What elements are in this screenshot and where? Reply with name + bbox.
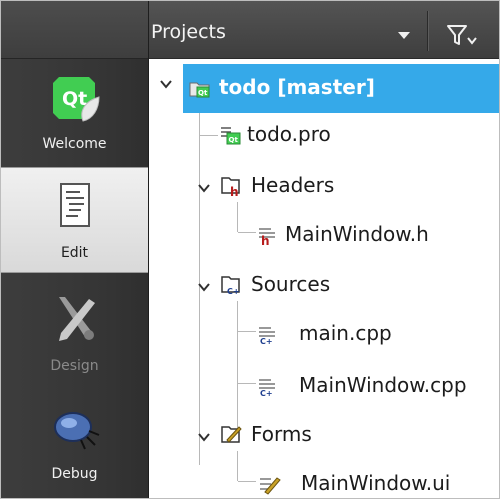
mode-selector-bar: Qt Welcome Edit Design Debug	[1, 1, 149, 498]
mode-debug[interactable]: Debug	[1, 389, 148, 493]
tree-item-label: MainWindow.ui	[301, 471, 451, 495]
svg-text:Qt: Qt	[198, 89, 208, 97]
cpp-file-icon: C+	[259, 327, 275, 345]
mode-design-label: Design	[50, 358, 99, 374]
tree-item-label: todo.pro	[247, 122, 331, 146]
tree-item-label: MainWindow.h	[285, 222, 429, 246]
tree-item-sources[interactable]: C+ Sources	[149, 261, 499, 310]
tree-item-forms[interactable]: Forms	[149, 411, 499, 460]
design-tools-icon	[59, 297, 95, 341]
svg-text:C+: C+	[227, 287, 240, 296]
mode-welcome-label: Welcome	[42, 136, 107, 152]
mode-debug-label: Debug	[51, 466, 98, 482]
project-tree: Qt todo [master] Qt todo.pro h Headers h…	[149, 58, 499, 498]
tree-item-label: Headers	[251, 173, 335, 197]
tree-item-mainwindow-h[interactable]: h MainWindow.h	[149, 211, 499, 260]
tree-item-label: todo [master]	[219, 75, 375, 99]
projects-toolbar: Projects	[149, 1, 499, 59]
tree-item-project-todo[interactable]: Qt todo [master]	[183, 64, 499, 113]
cpp-file-icon: C+	[259, 379, 275, 397]
tree-item-mainwindow-cpp[interactable]: C+ MainWindow.cpp	[149, 362, 499, 411]
chevron-down-icon[interactable]	[398, 32, 410, 39]
mode-welcome[interactable]: Qt Welcome	[1, 59, 148, 163]
mode-bar-header	[1, 1, 148, 59]
qt-project-icon: Qt	[189, 82, 210, 98]
forms-folder-icon	[221, 426, 242, 443]
svg-text:h: h	[230, 185, 239, 197]
header-file-icon: h	[259, 228, 275, 246]
tree-item-headers[interactable]: h Headers	[149, 162, 499, 211]
tree-item-label: MainWindow.cpp	[299, 373, 467, 397]
toolbar-divider	[427, 11, 428, 51]
tree-item-todo-pro[interactable]: Qt todo.pro	[149, 111, 499, 160]
projects-view-selector[interactable]: Projects	[151, 21, 226, 43]
sources-folder-icon: C+	[221, 276, 240, 296]
qt-logo-icon: Qt	[53, 77, 100, 122]
svg-text:Qt: Qt	[229, 136, 239, 144]
edit-document-icon	[60, 183, 90, 227]
tree-item-label: Sources	[251, 272, 331, 296]
chevron-down-icon[interactable]	[159, 77, 173, 91]
mode-edit[interactable]: Edit	[1, 167, 148, 273]
debug-bug-icon	[54, 412, 100, 450]
svg-text:C+: C+	[260, 337, 273, 345]
qt-pro-file-icon: Qt	[221, 127, 241, 145]
tree-item-mainwindow-ui[interactable]: MainWindow.ui	[149, 460, 499, 498]
tree-item-label: main.cpp	[299, 321, 392, 345]
filter-icon[interactable]	[444, 22, 484, 50]
headers-folder-icon: h	[221, 177, 240, 197]
mode-edit-label: Edit	[60, 245, 89, 261]
tree-item-main-cpp[interactable]: C+ main.cpp	[149, 310, 499, 359]
svg-text:h: h	[261, 234, 270, 246]
qt-creator-window: Qt Welcome Edit Design Debug Projects Qt…	[0, 0, 500, 499]
mode-design[interactable]: Design	[1, 281, 148, 385]
svg-text:C+: C+	[260, 389, 273, 397]
svg-text:Qt: Qt	[62, 88, 87, 110]
projects-panel: Projects Qt todo [master] Qt todo.pro h …	[149, 1, 499, 498]
tree-item-label: Forms	[251, 422, 312, 446]
ui-form-file-icon	[260, 477, 281, 495]
